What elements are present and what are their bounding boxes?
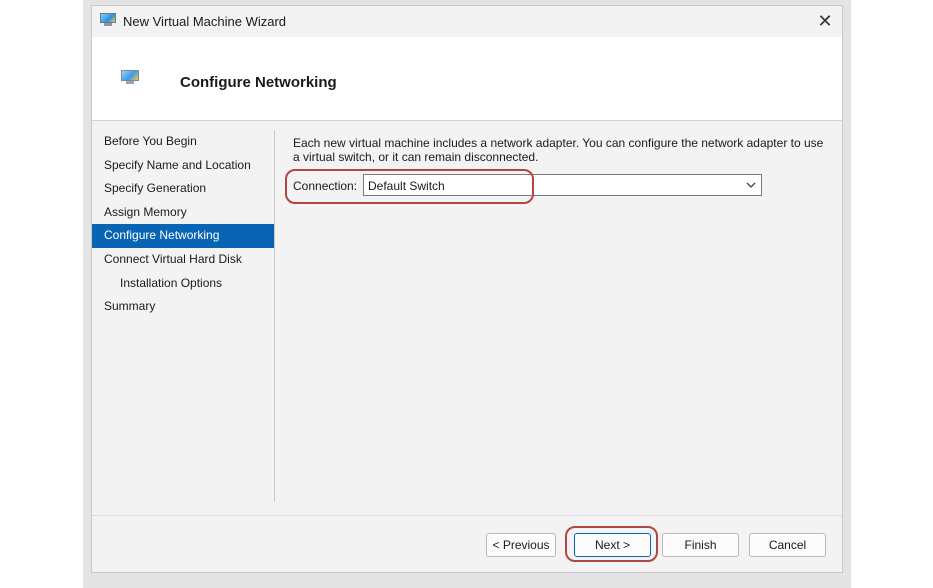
wizard-steps-nav: Before You Begin Specify Name and Locati… bbox=[92, 130, 274, 319]
page-title: Configure Networking bbox=[180, 74, 337, 91]
close-icon: ✕ bbox=[817, 11, 833, 31]
nav-divider bbox=[274, 130, 275, 502]
nav-item-installation-options[interactable]: Installation Options bbox=[92, 272, 274, 296]
nav-item-specify-generation[interactable]: Specify Generation bbox=[92, 177, 274, 201]
previous-button[interactable]: < Previous bbox=[486, 533, 556, 557]
nav-item-connect-virtual-hard-disk[interactable]: Connect Virtual Hard Disk bbox=[92, 248, 274, 272]
networking-description: Each new virtual machine includes a netw… bbox=[293, 136, 824, 164]
finish-button[interactable]: Finish bbox=[662, 533, 739, 557]
nav-item-specify-name-location[interactable]: Specify Name and Location bbox=[92, 154, 274, 178]
close-button[interactable]: ✕ bbox=[808, 6, 842, 37]
wizard-header: Configure Networking bbox=[92, 37, 842, 121]
title-bar: New Virtual Machine Wizard ✕ bbox=[92, 6, 842, 37]
monitor-icon bbox=[100, 13, 116, 26]
chevron-down-icon bbox=[746, 182, 756, 188]
next-button-highlight bbox=[565, 526, 658, 562]
cancel-button[interactable]: Cancel bbox=[749, 533, 826, 557]
monitor-icon bbox=[121, 70, 139, 84]
nav-item-configure-networking[interactable]: Configure Networking bbox=[92, 224, 274, 248]
connection-highlight bbox=[285, 169, 534, 204]
nav-item-assign-memory[interactable]: Assign Memory bbox=[92, 201, 274, 225]
footer-divider bbox=[92, 515, 842, 516]
nav-item-summary[interactable]: Summary bbox=[92, 295, 274, 319]
wizard-window: New Virtual Machine Wizard ✕ Configure N… bbox=[91, 5, 843, 573]
window-title: New Virtual Machine Wizard bbox=[123, 14, 287, 29]
nav-item-before-you-begin[interactable]: Before You Begin bbox=[92, 130, 274, 154]
